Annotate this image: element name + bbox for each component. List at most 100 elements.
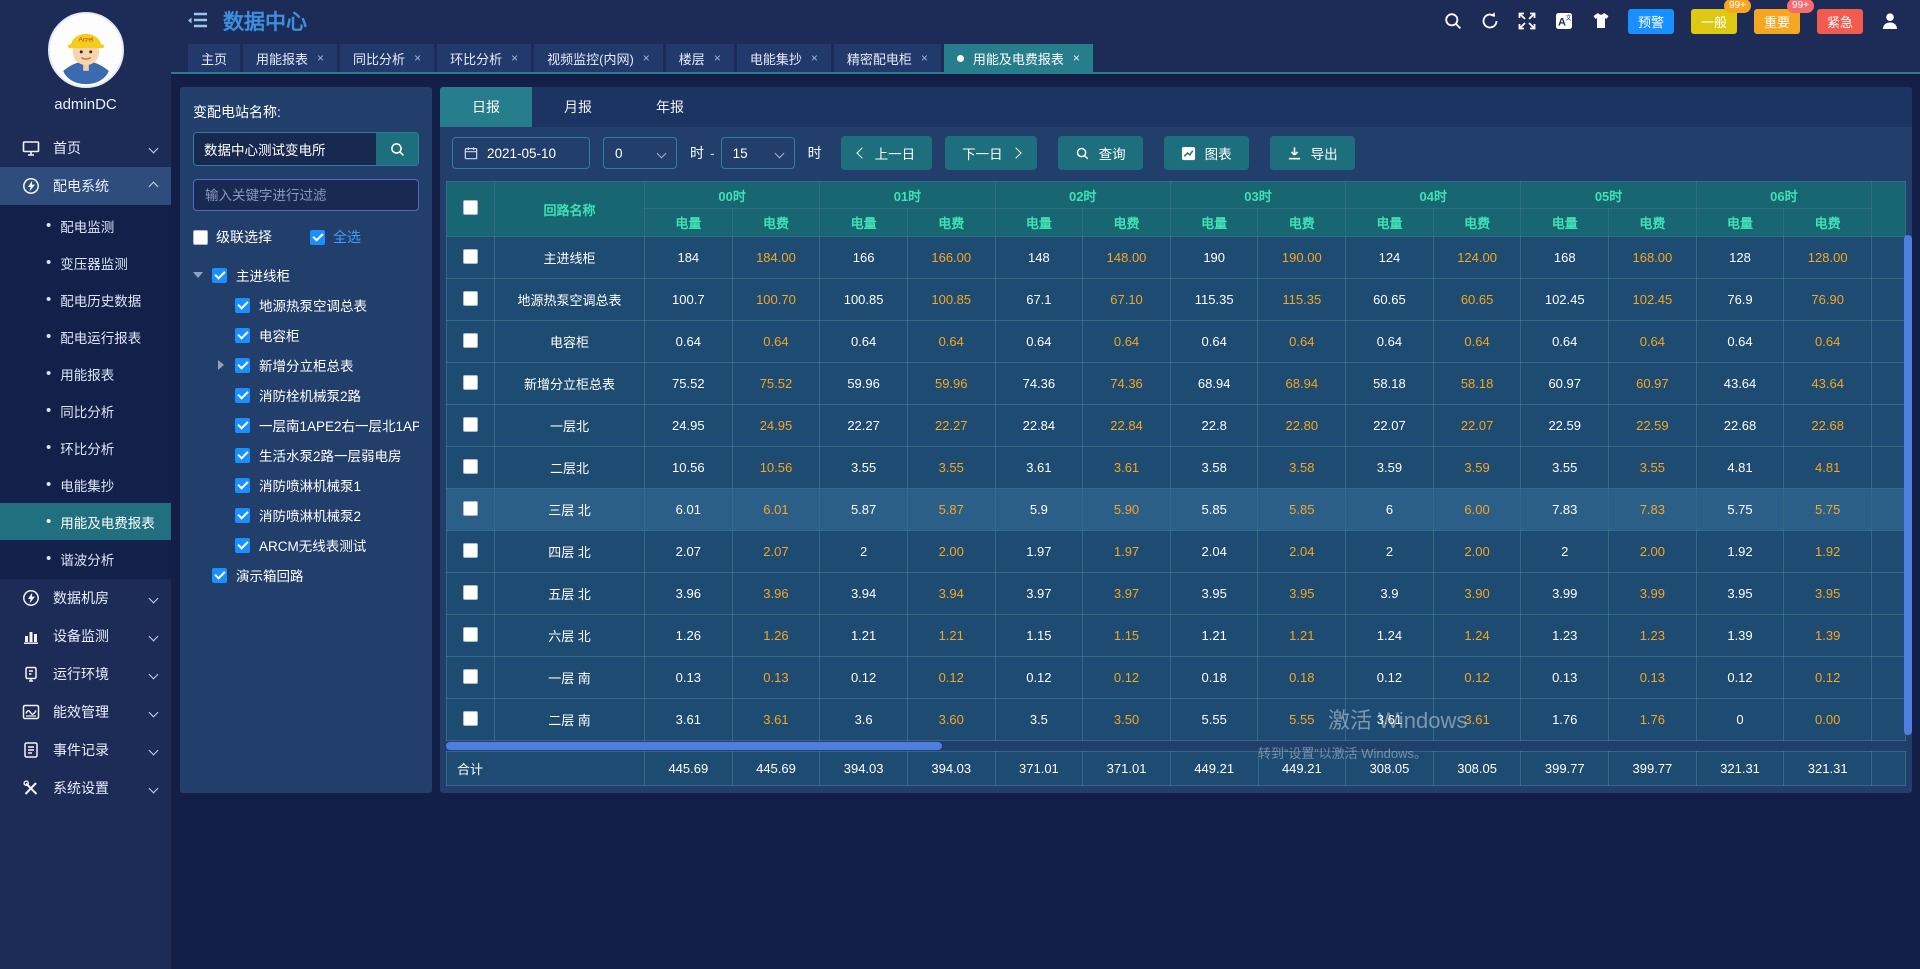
submenu-item-电能集抄[interactable]: •电能集抄 xyxy=(0,466,171,503)
row-checkbox[interactable] xyxy=(463,291,478,306)
tab-同比分析[interactable]: 同比分析× xyxy=(340,44,434,72)
tab-环比分析[interactable]: 环比分析× xyxy=(437,44,531,72)
tree-checkbox[interactable] xyxy=(212,268,227,283)
submenu-item-同比分析[interactable]: •同比分析 xyxy=(0,392,171,429)
tab-电能集抄[interactable]: 电能集抄× xyxy=(737,44,831,72)
station-search-button[interactable] xyxy=(376,133,418,165)
alarm-button-紧急[interactable]: 紧急 xyxy=(1817,9,1863,34)
tree-checkbox[interactable] xyxy=(235,298,250,313)
tree-node-一层南1APE2右一层北1APE1左[interactable]: 一层南1APE2右一层北1APE1左 xyxy=(193,410,419,440)
collapse-menu-icon[interactable] xyxy=(187,11,209,31)
row-checkbox[interactable] xyxy=(463,669,478,684)
tree-node-消防喷淋机械泵2[interactable]: 消防喷淋机械泵2 xyxy=(193,500,419,530)
submenu-item-环比分析[interactable]: •环比分析 xyxy=(0,429,171,466)
tree-checkbox[interactable] xyxy=(235,388,250,403)
tree-checkbox[interactable] xyxy=(235,478,250,493)
sidebar-item-配电系统[interactable]: 配电系统 xyxy=(0,167,171,205)
tree-node-演示箱回路[interactable]: 演示箱回路 xyxy=(193,560,419,590)
report-tab-年报[interactable]: 年报 xyxy=(624,87,716,127)
hour-end-select[interactable]: 15 xyxy=(721,137,795,169)
close-tab-icon[interactable]: × xyxy=(1073,51,1080,65)
tab-精密配电柜[interactable]: 精密配电柜× xyxy=(834,44,941,72)
submenu-item-配电运行报表[interactable]: •配电运行报表 xyxy=(0,318,171,355)
close-tab-icon[interactable]: × xyxy=(511,51,518,65)
row-checkbox[interactable] xyxy=(463,417,478,432)
refresh-icon[interactable] xyxy=(1480,11,1500,31)
row-checkbox[interactable] xyxy=(463,459,478,474)
sidebar-item-设备监测[interactable]: 设备监测 xyxy=(0,617,171,655)
row-checkbox[interactable] xyxy=(463,585,478,600)
close-tab-icon[interactable]: × xyxy=(317,51,324,65)
tree-node-主进线柜[interactable]: 主进线柜 xyxy=(193,260,419,290)
tree-filter-input[interactable] xyxy=(193,179,419,211)
tree-node-ARCM无线表测试[interactable]: ARCM无线表测试 xyxy=(193,530,419,560)
sidebar-item-运行环境[interactable]: 运行环境 xyxy=(0,655,171,693)
tree-node-生活水泵2路一层弱电房[interactable]: 生活水泵2路一层弱电房 xyxy=(193,440,419,470)
station-input[interactable] xyxy=(194,133,376,165)
close-tab-icon[interactable]: × xyxy=(643,51,650,65)
tree-node-消防喷淋机械泵1[interactable]: 消防喷淋机械泵1 xyxy=(193,470,419,500)
export-button[interactable]: 导出 xyxy=(1270,136,1355,170)
fullscreen-icon[interactable] xyxy=(1517,11,1537,31)
submenu-item-用能及电费报表[interactable]: •用能及电费报表 xyxy=(0,503,171,540)
close-tab-icon[interactable]: × xyxy=(811,51,818,65)
prev-day-button[interactable]: 上一日 xyxy=(841,136,933,170)
submenu-item-谐波分析[interactable]: •谐波分析 xyxy=(0,540,171,577)
row-checkbox[interactable] xyxy=(463,375,478,390)
row-checkbox[interactable] xyxy=(463,249,478,264)
row-checkbox[interactable] xyxy=(463,501,478,516)
submenu-item-变压器监测[interactable]: •变压器监测 xyxy=(0,244,171,281)
select-all-label[interactable]: 全选 xyxy=(333,227,361,247)
translate-icon[interactable]: A文 xyxy=(1554,11,1574,31)
submenu-item-用能报表[interactable]: •用能报表 xyxy=(0,355,171,392)
row-checkbox[interactable] xyxy=(463,543,478,558)
tree-checkbox[interactable] xyxy=(235,538,250,553)
scrollbar-thumb[interactable] xyxy=(446,742,942,750)
tree-checkbox[interactable] xyxy=(235,448,250,463)
tree-node-新增分立柜总表[interactable]: 新增分立柜总表 xyxy=(193,350,419,380)
sidebar-item-系统设置[interactable]: 系统设置 xyxy=(0,769,171,807)
sidebar-item-数据机房[interactable]: 数据机房 xyxy=(0,579,171,617)
select-all-checkbox[interactable] xyxy=(310,230,325,245)
caret-open-icon[interactable] xyxy=(193,270,203,280)
alarm-button-预警[interactable]: 预警 xyxy=(1628,9,1674,34)
tree-node-消防栓机械泵2路[interactable]: 消防栓机械泵2路 xyxy=(193,380,419,410)
cascade-checkbox[interactable] xyxy=(193,230,208,245)
tree-checkbox[interactable] xyxy=(235,508,250,523)
chart-button[interactable]: 图表 xyxy=(1164,136,1249,170)
tab-主页[interactable]: 主页 xyxy=(188,44,240,72)
tree-checkbox[interactable] xyxy=(212,568,227,583)
submenu-item-配电历史数据[interactable]: •配电历史数据 xyxy=(0,281,171,318)
row-checkbox[interactable] xyxy=(463,333,478,348)
search-icon[interactable] xyxy=(1443,11,1463,31)
tab-视频监控(内网)[interactable]: 视频监控(内网)× xyxy=(534,44,663,72)
date-picker[interactable]: 2021-05-10 xyxy=(452,137,590,169)
alarm-button-重要[interactable]: 重要99+ xyxy=(1754,9,1800,34)
hour-start-select[interactable]: 0 xyxy=(603,137,677,169)
row-checkbox[interactable] xyxy=(463,711,478,726)
sidebar-item-事件记录[interactable]: 事件记录 xyxy=(0,731,171,769)
sidebar-item-能效管理[interactable]: 能效管理 xyxy=(0,693,171,731)
sidebar-item-首页[interactable]: 首页 xyxy=(0,129,171,167)
table-select-all-checkbox[interactable] xyxy=(463,200,478,215)
alarm-button-一般[interactable]: 一般99+ xyxy=(1691,9,1737,34)
close-tab-icon[interactable]: × xyxy=(921,51,928,65)
horizontal-scrollbar[interactable] xyxy=(446,741,1906,751)
close-tab-icon[interactable]: × xyxy=(714,51,721,65)
query-button[interactable]: 查询 xyxy=(1058,136,1143,170)
tree-checkbox[interactable] xyxy=(235,328,250,343)
tree-checkbox[interactable] xyxy=(235,418,250,433)
tab-楼层[interactable]: 楼层× xyxy=(666,44,734,72)
vertical-scrollbar[interactable] xyxy=(1904,235,1912,735)
tab-用能及电费报表[interactable]: 用能及电费报表× xyxy=(944,44,1093,72)
tab-用能报表[interactable]: 用能报表× xyxy=(243,44,337,72)
row-checkbox[interactable] xyxy=(463,627,478,642)
next-day-button[interactable]: 下一日 xyxy=(945,136,1037,170)
avatar[interactable]: Acrel xyxy=(48,12,124,88)
close-tab-icon[interactable]: × xyxy=(414,51,421,65)
theme-icon[interactable] xyxy=(1591,11,1611,31)
caret-closed-icon[interactable] xyxy=(216,360,226,370)
user-icon[interactable] xyxy=(1880,11,1900,31)
tree-checkbox[interactable] xyxy=(235,358,250,373)
submenu-item-配电监测[interactable]: •配电监测 xyxy=(0,207,171,244)
